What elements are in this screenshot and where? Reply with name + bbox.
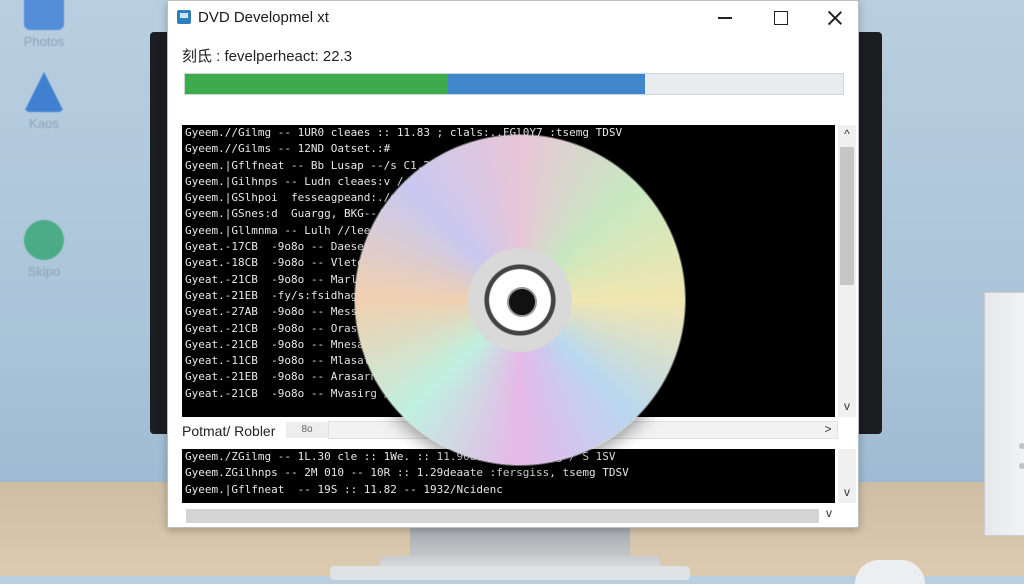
title-bar[interactable]: DVD Developmel xt bbox=[168, 1, 858, 35]
pc-tower bbox=[984, 292, 1024, 536]
desktop-icon-kaos[interactable]: Kaos bbox=[4, 72, 84, 131]
progress-blue-segment bbox=[448, 74, 645, 94]
desktop-icon-label: Kaos bbox=[29, 116, 59, 131]
scroll-down-arrow-icon[interactable]: v bbox=[820, 506, 838, 520]
app-icon bbox=[177, 10, 191, 24]
minimize-button[interactable] bbox=[702, 5, 748, 31]
minimize-icon bbox=[718, 17, 732, 19]
output-horizontal-scrollbar[interactable] bbox=[186, 509, 819, 523]
desktop-icon-label: Skipo bbox=[27, 264, 61, 279]
progress-bar bbox=[184, 73, 844, 95]
section-label: Potmat/ Robler bbox=[182, 423, 276, 439]
console-line: Gyeem.ZGilhnps -- 2M 010 -- 10R :: 1.29d… bbox=[185, 466, 629, 480]
log-vertical-scrollbar[interactable]: ^ v bbox=[838, 125, 856, 417]
status-text: 刻氐 : fevelperheact: 22.3 bbox=[182, 48, 353, 65]
scroll-down-arrow-icon[interactable]: v bbox=[838, 399, 856, 413]
keyboard bbox=[330, 566, 690, 580]
dvd-disc-image bbox=[355, 135, 685, 465]
scroll-down-arrow-icon[interactable]: v bbox=[838, 485, 856, 499]
window-title: DVD Developmel xt bbox=[198, 9, 329, 26]
desktop-icon-photos[interactable]: Photos bbox=[4, 0, 84, 49]
progress-green-segment bbox=[185, 74, 448, 94]
scroll-up-arrow-icon[interactable]: ^ bbox=[838, 127, 856, 141]
maximize-button[interactable] bbox=[758, 5, 804, 31]
desktop-icon-label: Photos bbox=[23, 34, 65, 49]
app-a-icon bbox=[24, 72, 64, 112]
scrollbar-thumb[interactable] bbox=[840, 147, 854, 285]
mouse bbox=[855, 560, 925, 584]
photos-icon bbox=[24, 0, 64, 30]
close-icon bbox=[828, 11, 842, 25]
scroll-right-arrow-icon[interactable]: > bbox=[819, 422, 837, 436]
globe-icon bbox=[24, 220, 64, 260]
console-line: Gyeem.|Gflfneat -- 19S :: 11.82 -- 1932/… bbox=[185, 482, 503, 496]
desktop-icon-skipo[interactable]: Skipo bbox=[4, 220, 84, 279]
close-button[interactable] bbox=[812, 5, 858, 31]
maximize-icon bbox=[774, 11, 788, 25]
disc-center-hole bbox=[507, 287, 537, 317]
output-vertical-scrollbar[interactable]: v bbox=[838, 449, 856, 503]
section-chip: 8o bbox=[286, 422, 328, 438]
